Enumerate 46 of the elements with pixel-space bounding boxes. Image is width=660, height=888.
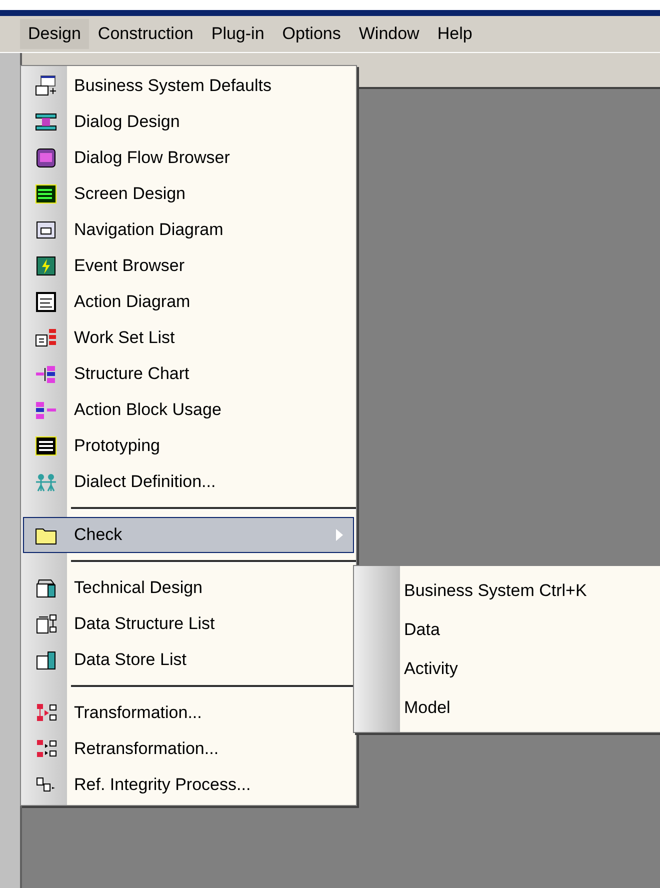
database-icon (35, 577, 57, 599)
menu-item[interactable]: Check (23, 517, 354, 553)
menu-item[interactable]: Structure Chart (23, 356, 354, 392)
menu-item[interactable]: Dialect Definition... (23, 464, 354, 500)
structure-chart-icon (35, 363, 57, 385)
block-usage-icon (35, 399, 57, 421)
menu-item[interactable]: Ref. Integrity Process... (23, 767, 354, 803)
form-icon (35, 75, 57, 97)
menu-item[interactable]: Event Browser (23, 248, 354, 284)
window-icon (35, 291, 57, 313)
menu-item[interactable]: Data Structure List (23, 606, 354, 642)
menu-item[interactable]: Transformation... (23, 695, 354, 731)
dialog-icon (35, 111, 57, 133)
menu-item[interactable]: Business System Defaults (23, 68, 354, 104)
table-icon (35, 435, 57, 457)
menu-item[interactable]: Model (354, 688, 660, 727)
menu-item[interactable]: Dialog Design (23, 104, 354, 140)
database-icon (35, 649, 57, 671)
network-icon (35, 471, 57, 493)
transform-icon (35, 702, 57, 724)
menu-item[interactable]: Prototyping (23, 428, 354, 464)
menu-item[interactable]: Retransformation... (23, 731, 354, 767)
lightning-icon (35, 255, 57, 277)
tree-icon (35, 613, 57, 635)
menu-item[interactable]: Action Diagram (23, 284, 354, 320)
menu-item[interactable]: Data Store List (23, 642, 354, 678)
menu-title[interactable]: Design (20, 19, 89, 49)
menu-item[interactable]: Activity (354, 649, 660, 688)
transform-icon (35, 738, 57, 760)
grid-icon (35, 327, 57, 349)
menu-item[interactable]: Work Set List (23, 320, 354, 356)
menu-item[interactable]: Data (354, 610, 660, 649)
menu-title[interactable]: Help (428, 18, 482, 50)
menu-title[interactable]: Plug-in (202, 18, 274, 50)
menu-item[interactable]: Screen Design (23, 176, 354, 212)
menu-item[interactable]: Dialog Flow Browser (23, 140, 354, 176)
window-icon (35, 219, 57, 241)
menu-title[interactable]: Options (273, 18, 350, 50)
menu-item[interactable]: Navigation Diagram (23, 212, 354, 248)
menu-title[interactable]: Window (350, 18, 428, 50)
menu-item[interactable]: Action Block Usage (23, 392, 354, 428)
menu-item[interactable]: Business System Ctrl+K (354, 571, 660, 610)
window-icon (35, 147, 57, 169)
menu-item[interactable]: Technical Design (23, 570, 354, 606)
screen-icon (35, 183, 57, 205)
menu-title[interactable]: Construction (88, 18, 202, 50)
